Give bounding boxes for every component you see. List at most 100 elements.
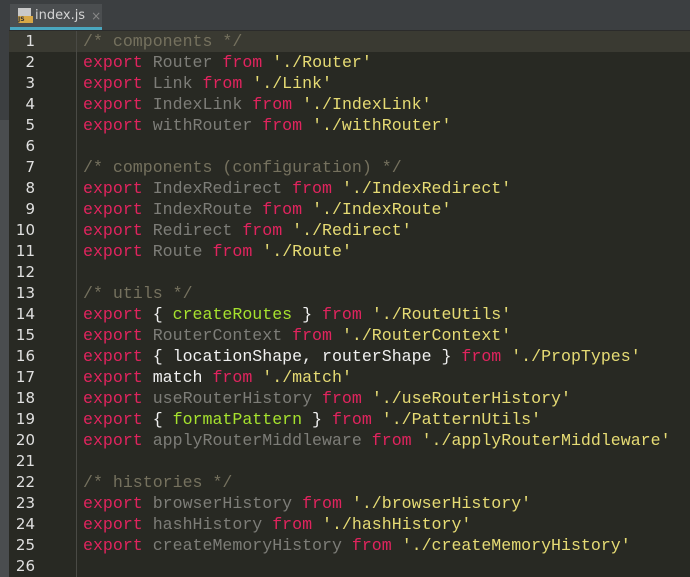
code-line[interactable] [77,556,690,577]
line-number: 17 [9,367,76,388]
line-number-text: 3 [25,74,35,92]
code-token-cm: /* histories */ [83,473,233,492]
tab-label: index.js [35,8,86,23]
code-token-dim: IndexLink [142,95,253,114]
line-number-text: 6 [25,137,35,155]
code-token-id [332,326,342,345]
code-token-kw: export [83,200,143,219]
code-token-str: './Route' [262,242,352,261]
line-number: 10 [9,220,76,241]
line-number-text: 20 [15,431,35,449]
code-line[interactable] [77,136,690,157]
code-token-str: './withRouter' [312,116,452,135]
close-tab-icon[interactable]: × [91,9,101,23]
code-token-kw: from [371,431,412,450]
line-number-text: 25 [15,536,35,554]
code-line[interactable]: export applyRouterMiddleware from './app… [77,430,690,451]
tab-index-js[interactable]: JS index.js × [10,4,102,30]
code-token-kw: export [83,221,143,240]
code-token-str: './Router' [272,53,372,72]
code-token-cm: /* components (configuration) */ [83,158,402,177]
line-number-text: 9 [25,200,35,218]
code-line[interactable]: export { formatPattern } from './Pattern… [77,409,690,430]
line-number: 4 [9,94,76,115]
line-number-text: 4 [25,95,35,113]
code-line[interactable]: export browserHistory from './browserHis… [77,493,690,514]
code-line[interactable]: /* histories */ [77,472,690,493]
code-line[interactable]: export IndexRoute from './IndexRoute' [77,199,690,220]
code-line[interactable]: export Route from './Route' [77,241,690,262]
code-line[interactable]: export IndexLink from './IndexLink' [77,94,690,115]
code-token-dim: Redirect [142,221,243,240]
line-number-text: 23 [15,494,35,512]
code-editor[interactable]: /* components */export Router from './Ro… [77,31,690,577]
code-token-id [252,242,262,261]
code-line[interactable] [77,451,690,472]
line-number-text: 18 [15,389,35,407]
line-number-text: 12 [15,263,35,281]
code-token-kw: from [292,326,332,345]
line-number-text: 11 [15,242,35,260]
line-number: 15 [9,325,76,346]
line-number-text: 22 [15,473,35,491]
code-line[interactable]: export { createRoutes } from './RouteUti… [77,304,690,325]
code-token-kw: export [83,389,143,408]
code-line[interactable]: /* utils */ [77,283,690,304]
code-line[interactable]: export createMemoryHistory from './creat… [77,535,690,556]
code-token-kw: from [322,389,362,408]
code-token-id [252,368,262,387]
code-token-kw: from [242,221,283,240]
code-token-dim: Link [142,74,203,93]
code-token-id [392,536,402,555]
code-token-id [312,515,322,534]
code-token-kw: export [83,95,143,114]
code-token-kw: export [83,494,143,513]
code-token-dim: browserHistory [142,494,303,513]
side-tool-strip [0,0,9,577]
code-token-kw: export [83,74,143,93]
code-token-id [282,221,292,240]
code-token-kw: export [83,305,143,324]
code-token-id [412,431,422,450]
js-file-icon: JS [18,8,33,23]
line-number: 11 [9,241,76,262]
code-line[interactable]: export withRouter from './withRouter' [77,115,690,136]
code-token-str: './IndexRedirect' [341,179,512,198]
code-line[interactable]: export Router from './Router' [77,52,690,73]
code-token-id [362,305,372,324]
code-token-id [372,410,382,429]
line-number: 19 [9,409,76,430]
code-token-str: './match' [262,368,352,387]
code-line[interactable]: export hashHistory from './hashHistory' [77,514,690,535]
code-token-kw: export [83,326,143,345]
line-number-text: 24 [15,515,35,533]
code-line[interactable]: export Redirect from './Redirect' [77,220,690,241]
code-token-dim: withRouter [142,116,263,135]
code-line[interactable]: export RouterContext from './RouterConte… [77,325,690,346]
line-number: 20 [9,430,76,451]
line-number: 16 [9,346,76,367]
code-line[interactable]: export { locationShape, routerShape } fr… [77,346,690,367]
code-line[interactable]: export useRouterHistory from './useRoute… [77,388,690,409]
line-number-text: 13 [15,284,35,302]
line-number: 5 [9,115,76,136]
code-token-kw: from [202,74,243,93]
code-line[interactable]: /* components (configuration) */ [77,157,690,178]
code-line[interactable] [77,262,690,283]
code-token-id: { [142,410,173,429]
code-token-id [302,200,312,219]
code-token-kw: export [83,536,143,555]
code-token-kw: from [262,200,303,219]
code-token-str: './RouterContext' [341,326,512,345]
line-number-text: 26 [15,557,35,575]
line-number: 9 [9,199,76,220]
code-line[interactable]: /* components */ [77,31,690,52]
code-token-kw: from [331,410,372,429]
code-line[interactable]: export IndexRedirect from './IndexRedire… [77,178,690,199]
code-token-kw: export [83,368,143,387]
code-token-id: } [302,410,332,429]
code-line[interactable]: export match from './match' [77,367,690,388]
line-number: 1 [9,31,76,52]
code-line[interactable]: export Link from './Link' [77,73,690,94]
code-token-id: { locationShape, routerShape } [142,347,462,366]
